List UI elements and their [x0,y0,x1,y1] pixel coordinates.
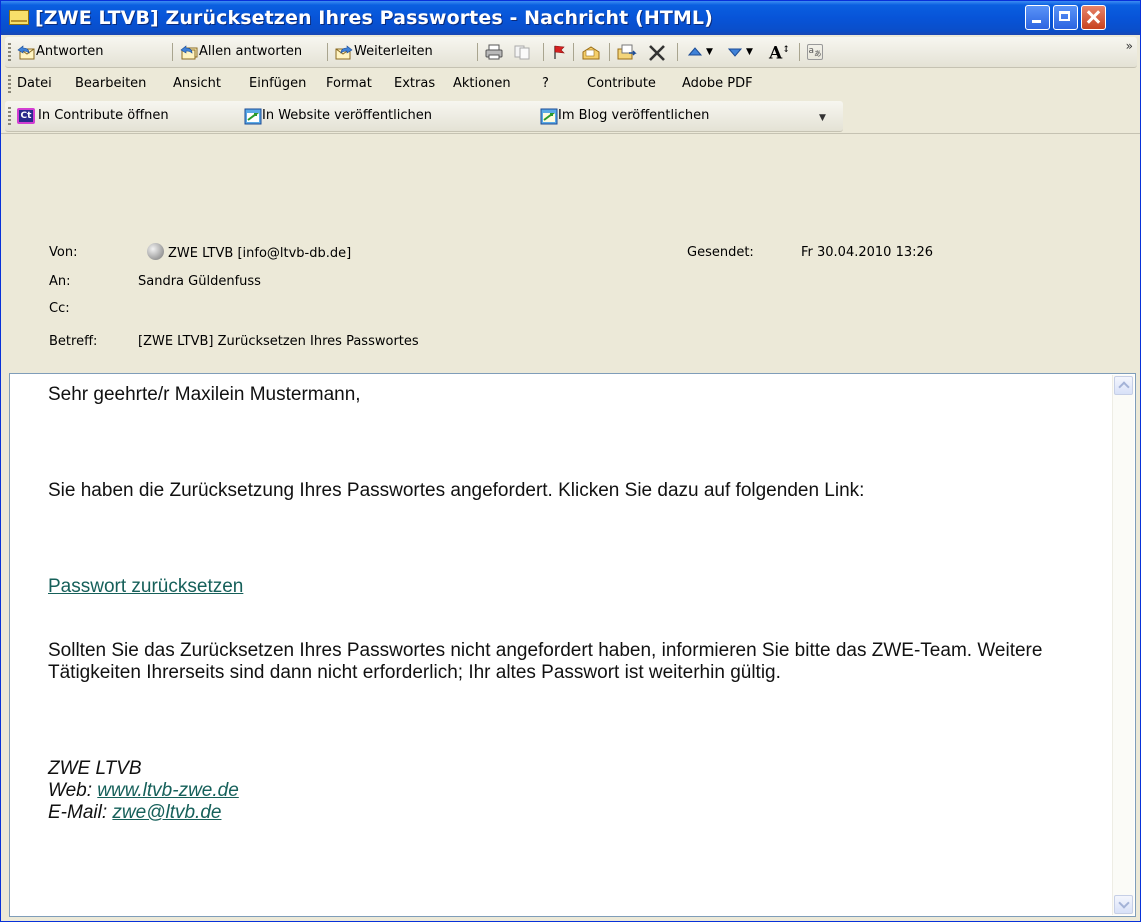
chevron-down-icon[interactable]: ▼ [706,42,713,62]
contribute-icon: Ct [17,108,35,124]
email-label: E-Mail: [48,802,113,823]
address-book-icon [581,44,600,60]
greeting-text: Sehr geehrte/r Maxilein Mustermann, [48,384,361,405]
open-in-contribute-label: In Contribute öffnen [38,108,169,123]
menu-datei[interactable]: Datei [17,76,52,91]
vertical-scrollbar[interactable] [1112,375,1134,915]
open-in-contribute-button[interactable]: Ct In Contribute öffnen [17,106,169,126]
sent-value: Fr 30.04.2010 13:26 [801,245,934,260]
menu-bearbeiten[interactable]: Bearbeiten [75,76,146,91]
to-label: An: [49,274,71,289]
follow-up-flag-button[interactable] [551,42,567,62]
arrow-down-icon [727,44,743,60]
publish-blog-icon [539,108,558,125]
printer-icon [485,44,503,60]
menu-ansicht[interactable]: Ansicht [173,76,221,91]
forward-icon [335,44,353,60]
copy-button[interactable] [513,42,530,62]
from-field[interactable]: ZWE LTVB [info@ltvb-db.de] [147,243,351,261]
signature-name: ZWE LTVB [48,758,142,779]
toolbar-grip[interactable] [8,107,11,125]
maximize-button[interactable] [1053,5,1078,30]
intro-text: Sie haben die Zurücksetzung Ihres Passwo… [48,480,865,501]
title-bar[interactable]: [ZWE LTVB] Zurücksetzen Ihres Passwortes… [1,1,1140,35]
web-label: Web: [48,780,98,801]
arrow-up-icon [687,44,703,60]
toolbar-separator [327,43,328,61]
scroll-down-button[interactable] [1114,895,1133,914]
message-window: [ZWE LTVB] Zurücksetzen Ihres Passwortes… [0,0,1141,922]
menu-extras[interactable]: Extras [394,76,435,91]
toolbar-separator [172,43,173,61]
previous-item-button[interactable]: ▼ [687,42,713,62]
from-label: Von: [49,245,78,260]
window-title: [ZWE LTVB] Zurücksetzen Ihres Passwortes… [35,7,713,29]
envelope-icon [9,10,29,25]
delete-button[interactable] [647,42,665,62]
toolbar-separator [573,43,574,61]
menu-einfuegen[interactable]: Einfügen [249,76,306,91]
standard-toolbar: Antworten Allen antworten Weiterleiten ▼… [5,37,1137,68]
address-book-button[interactable] [581,42,600,62]
from-value: ZWE LTVB [info@ltvb-db.de] [168,246,352,261]
move-to-folder-button[interactable] [617,42,637,62]
publish-blog-label: Im Blog veröffentlichen [558,108,710,123]
contribute-toolbar: Ct In Contribute öffnen In Website veröf… [5,101,843,132]
sent-label: Gesendet: [687,245,754,260]
menu-grip[interactable] [8,75,11,93]
website-link[interactable]: www.ltvb-zwe.de [97,780,239,801]
message-header: Von: ZWE LTVB [info@ltvb-db.de] Gesendet… [1,133,1140,366]
move-folder-icon [617,44,637,60]
scroll-up-button[interactable] [1114,376,1133,395]
delete-x-icon [647,44,665,61]
subject-label: Betreff: [49,334,98,349]
chevron-down-icon[interactable]: ▼ [746,42,753,62]
next-item-button[interactable]: ▼ [727,42,753,62]
close-button[interactable] [1081,5,1106,30]
presence-status-icon [147,243,164,260]
forward-label: Weiterleiten [354,44,433,59]
toolbar-separator [477,43,478,61]
toolbar-overflow-icon[interactable]: » [1126,39,1133,53]
toolbar-separator [543,43,544,61]
font-size-icon: A↕ [769,43,790,64]
publish-website-icon [243,108,262,125]
toolbar-separator [677,43,678,61]
reply-all-label: Allen antworten [199,44,303,59]
toolbar-grip[interactable] [8,43,11,61]
reply-button[interactable]: Antworten [17,42,104,62]
menu-bar: Datei Bearbeiten Ansicht Einfügen Format… [5,69,1137,99]
to-value[interactable]: Sandra Güldenfuss [138,274,261,289]
menu-format[interactable]: Format [326,76,372,91]
menu-aktionen[interactable]: Aktionen [453,76,511,91]
font-size-button[interactable]: A↕ [769,42,790,64]
menu-adobe-pdf[interactable]: Adobe PDF [682,76,753,91]
flag-icon [551,44,567,60]
reply-icon [17,44,35,60]
forward-button[interactable]: Weiterleiten [335,42,433,62]
copy-icon [513,44,530,60]
menu-help[interactable]: ? [542,76,549,91]
toolbar-options-icon[interactable]: ▼ [819,113,826,123]
reply-all-icon [180,44,198,60]
menu-contribute[interactable]: Contribute [587,76,656,91]
toolbar-separator [609,43,610,61]
encoding-icon: aあ [807,44,823,60]
publish-blog-button[interactable]: Im Blog veröffentlichen [539,106,709,126]
publish-website-button[interactable]: In Website veröffentlichen [243,106,432,126]
reply-label: Antworten [36,44,104,59]
encoding-button[interactable]: aあ [807,42,823,62]
notice-text: Sollten Sie das Zurücksetzen Ihres Passw… [48,640,1043,683]
toolbar-separator [799,43,800,61]
reply-all-button[interactable]: Allen antworten [180,42,302,62]
cc-label: Cc: [49,301,70,316]
reset-password-link[interactable]: Passwort zurücksetzen [48,576,243,597]
print-button[interactable] [485,42,503,62]
subject-value: [ZWE LTVB] Zurücksetzen Ihres Passwortes [138,334,419,349]
message-body[interactable]: Sehr geehrte/r Maxilein Mustermann, Sie … [9,373,1136,917]
email-link[interactable]: zwe@ltvb.de [112,802,221,823]
minimize-button[interactable] [1025,5,1050,30]
publish-website-label: In Website veröffentlichen [262,108,433,123]
